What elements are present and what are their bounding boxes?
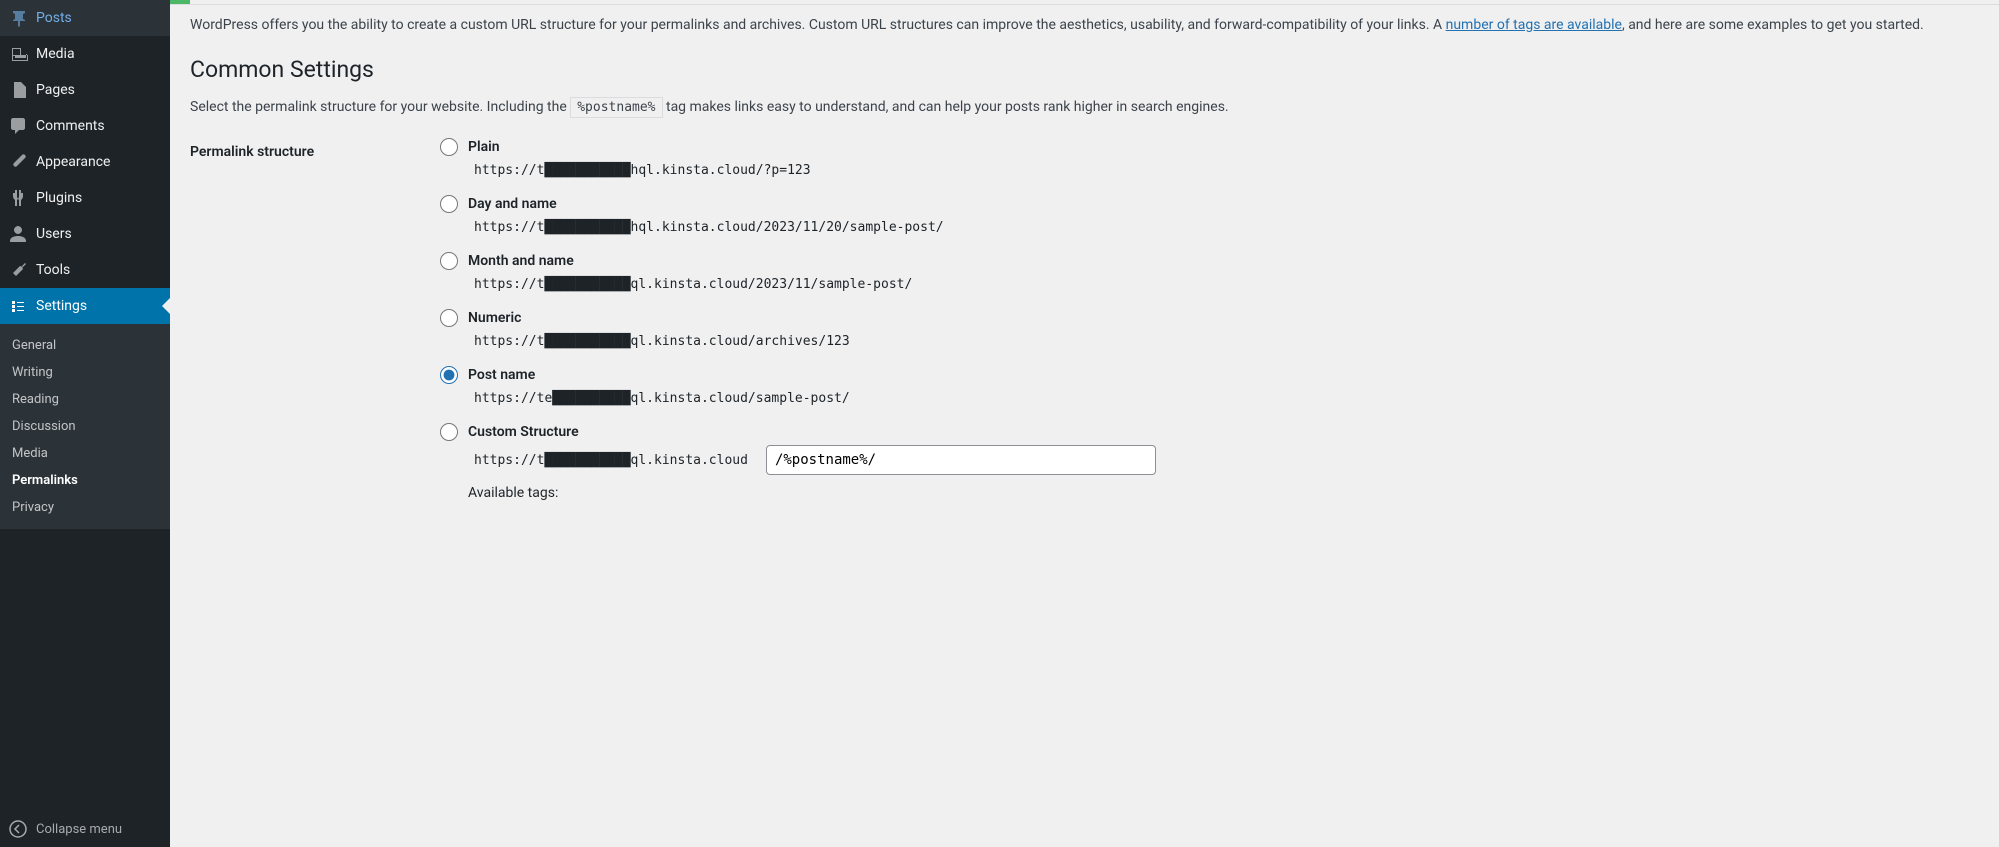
radio-plain-input[interactable] bbox=[440, 138, 458, 156]
collapse-label: Collapse menu bbox=[36, 822, 122, 837]
example-plain: https://t███████████hql.kinsta.cloud/?p=… bbox=[468, 160, 817, 181]
sidebar-item-appearance[interactable]: Appearance bbox=[0, 144, 170, 180]
wrench-icon bbox=[8, 260, 28, 280]
permalink-structure-label: Permalink structure bbox=[190, 144, 314, 160]
submenu-permalinks[interactable]: Permalinks bbox=[0, 467, 170, 494]
example-numeric: https://t███████████ql.kinsta.cloud/arch… bbox=[468, 331, 856, 352]
sidebar-item-posts[interactable]: Posts bbox=[0, 0, 170, 36]
sidebar-item-settings[interactable]: Settings bbox=[0, 288, 170, 324]
radio-month-name-input[interactable] bbox=[440, 252, 458, 270]
example-day-name: https://t███████████hql.kinsta.cloud/202… bbox=[468, 217, 950, 238]
radio-custom[interactable]: Custom Structure bbox=[440, 423, 1979, 441]
sidebar-item-pages[interactable]: Pages bbox=[0, 72, 170, 108]
radio-post-name[interactable]: Post name bbox=[440, 366, 1979, 384]
submenu-discussion[interactable]: Discussion bbox=[0, 413, 170, 440]
radio-day-name[interactable]: Day and name bbox=[440, 195, 1979, 213]
sidebar-item-label: Appearance bbox=[36, 154, 110, 170]
submenu-reading[interactable]: Reading bbox=[0, 386, 170, 413]
sidebar-item-media[interactable]: Media bbox=[0, 36, 170, 72]
progress-bar bbox=[170, 0, 1999, 5]
sidebar-item-label: Users bbox=[36, 226, 72, 242]
submenu-privacy[interactable]: Privacy bbox=[0, 494, 170, 521]
radio-label-text: Custom Structure bbox=[468, 424, 579, 440]
intro-text: WordPress offers you the ability to crea… bbox=[190, 15, 1979, 36]
sidebar-item-plugins[interactable]: Plugins bbox=[0, 180, 170, 216]
settings-submenu: General Writing Reading Discussion Media… bbox=[0, 324, 170, 529]
radio-numeric-input[interactable] bbox=[440, 309, 458, 327]
radio-month-name[interactable]: Month and name bbox=[440, 252, 1979, 270]
media-icon bbox=[8, 44, 28, 64]
sidebar-item-label: Comments bbox=[36, 118, 105, 134]
settings-icon bbox=[8, 296, 28, 316]
example-post-name: https://te██████████ql.kinsta.cloud/samp… bbox=[468, 388, 856, 409]
radio-label-text: Month and name bbox=[468, 253, 574, 269]
radio-label-text: Day and name bbox=[468, 196, 557, 212]
postname-tag: %postname% bbox=[570, 97, 662, 118]
radio-label-text: Numeric bbox=[468, 310, 521, 326]
custom-base-url: https://t███████████ql.kinsta.cloud bbox=[468, 450, 754, 471]
sidebar-item-comments[interactable]: Comments bbox=[0, 108, 170, 144]
sidebar-item-label: Plugins bbox=[36, 190, 82, 206]
tags-available-link[interactable]: number of tags are available bbox=[1446, 17, 1622, 33]
sidebar-item-label: Pages bbox=[36, 82, 75, 98]
pin-icon bbox=[8, 8, 28, 28]
user-icon bbox=[8, 224, 28, 244]
available-tags-label: Available tags: bbox=[468, 485, 1979, 501]
radio-plain[interactable]: Plain bbox=[440, 138, 1979, 156]
submenu-general[interactable]: General bbox=[0, 332, 170, 359]
radio-custom-input[interactable] bbox=[440, 423, 458, 441]
section-heading: Common Settings bbox=[190, 56, 1979, 83]
comment-icon bbox=[8, 116, 28, 136]
radio-post-name-input[interactable] bbox=[440, 366, 458, 384]
radio-day-name-input[interactable] bbox=[440, 195, 458, 213]
sidebar-item-label: Tools bbox=[36, 262, 70, 278]
submenu-media[interactable]: Media bbox=[0, 440, 170, 467]
collapse-menu[interactable]: Collapse menu bbox=[0, 811, 170, 847]
radio-label-text: Plain bbox=[468, 139, 500, 155]
sidebar-item-label: Settings bbox=[36, 298, 87, 314]
brush-icon bbox=[8, 152, 28, 172]
page-icon bbox=[8, 80, 28, 100]
plugin-icon bbox=[8, 188, 28, 208]
sidebar-item-label: Media bbox=[36, 46, 75, 62]
submenu-writing[interactable]: Writing bbox=[0, 359, 170, 386]
help-text: Select the permalink structure for your … bbox=[190, 97, 1979, 118]
sidebar-item-tools[interactable]: Tools bbox=[0, 252, 170, 288]
sidebar-item-label: Posts bbox=[36, 10, 72, 26]
sidebar-item-users[interactable]: Users bbox=[0, 216, 170, 252]
example-month-name: https://t███████████ql.kinsta.cloud/2023… bbox=[468, 274, 918, 295]
radio-numeric[interactable]: Numeric bbox=[440, 309, 1979, 327]
collapse-icon bbox=[8, 819, 28, 839]
radio-label-text: Post name bbox=[468, 367, 535, 383]
custom-structure-input[interactable] bbox=[766, 445, 1156, 475]
